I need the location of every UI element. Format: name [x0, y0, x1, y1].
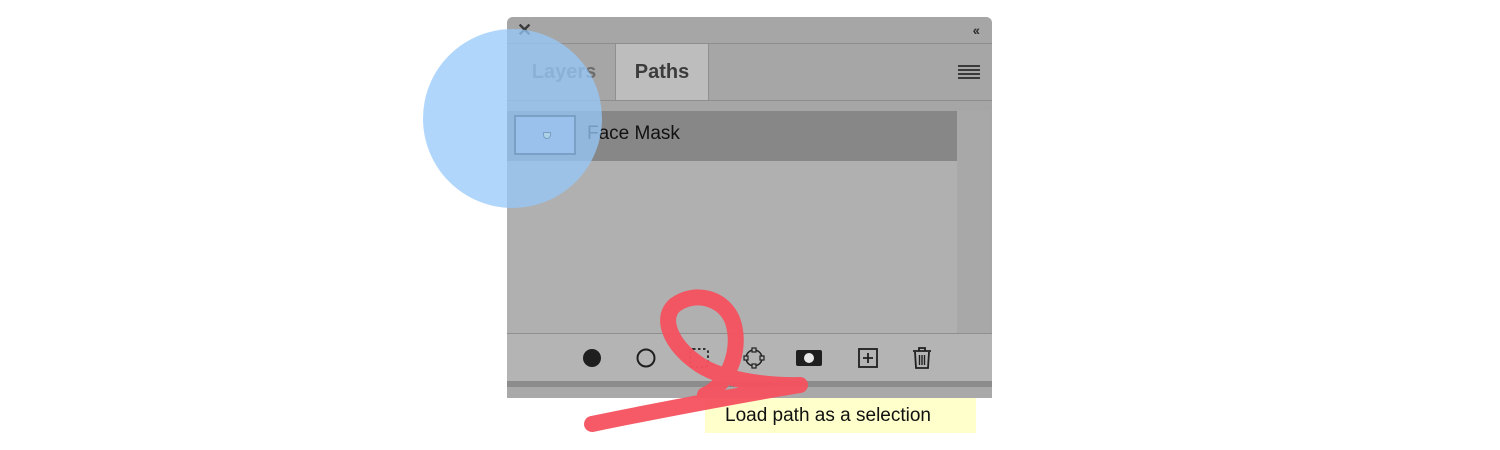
collapse-icon[interactable]: ‹‹ [973, 22, 980, 38]
tooltip: Load path as a selection [705, 398, 976, 433]
panel-edge [507, 387, 992, 398]
cursor-highlight-circle [423, 29, 602, 208]
panel-menu-icon[interactable] [958, 65, 980, 79]
delete-path-icon[interactable] [910, 346, 934, 370]
add-mask-icon[interactable] [795, 346, 823, 370]
tab-paths[interactable]: Paths [615, 44, 709, 100]
new-path-icon[interactable] [856, 346, 880, 370]
panel-footer [507, 333, 992, 382]
stroke-path-icon[interactable] [634, 346, 658, 370]
fill-path-icon[interactable] [580, 346, 604, 370]
scrollbar[interactable] [957, 111, 990, 333]
make-work-path-icon[interactable] [742, 346, 766, 370]
panel-titlebar: ✕ ‹‹ [507, 17, 992, 44]
load-selection-icon[interactable] [687, 346, 711, 370]
